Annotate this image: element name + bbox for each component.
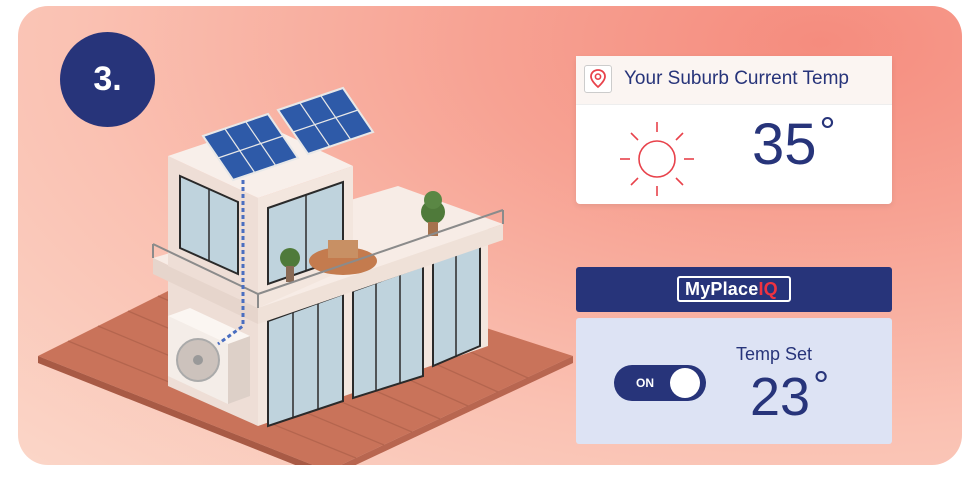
power-toggle-knob	[670, 368, 700, 398]
brand-name: MyPlaceIQ	[685, 279, 778, 300]
set-temp-value: 23°	[750, 366, 829, 427]
map-pin-icon	[590, 69, 606, 89]
brand-bar: MyPlaceIQ	[576, 267, 892, 312]
weather-title: Your Suburb Current Temp	[624, 68, 849, 89]
thermostat-control-card: ON Temp Set 23°	[576, 318, 892, 444]
outside-temp-value: 35°	[752, 112, 836, 174]
house-illustration	[38, 86, 573, 465]
power-toggle[interactable]: ON	[614, 365, 706, 401]
brand-name-main: MyPlace	[685, 279, 759, 299]
myplaceiq-logo: MyPlaceIQ	[677, 276, 791, 302]
sun-icon	[620, 122, 694, 196]
outside-temp-degree: °	[819, 110, 836, 154]
set-temp-number: 23	[750, 367, 811, 427]
temp-set-label: Temp Set	[736, 344, 813, 364]
set-temp-degree: °	[813, 364, 830, 408]
power-toggle-label: ON	[636, 376, 654, 390]
outside-temp-number: 35	[752, 112, 817, 177]
weather-card: Your Suburb Current Temp 35°	[576, 56, 892, 204]
location-button[interactable]	[584, 65, 612, 93]
promo-card: 3. Your Suburb Current Temp 35° MyPlaceI…	[18, 6, 962, 465]
brand-name-accent: IQ	[758, 279, 778, 299]
weather-header: Your Suburb Current Temp	[576, 56, 892, 105]
